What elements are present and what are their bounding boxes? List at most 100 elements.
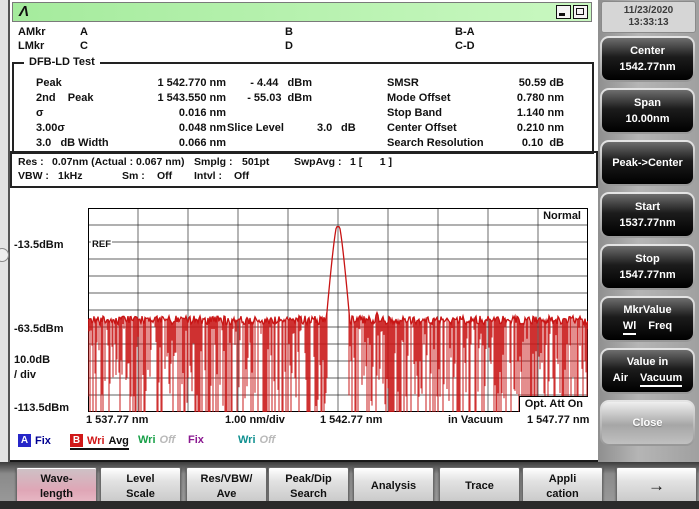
trace-e-mode-off: Off (259, 434, 276, 446)
spectrum-graph[interactable]: Normal REF Opt. Att On (88, 208, 588, 412)
bottom-strip (0, 501, 699, 509)
trace-c-selector[interactable]: Wri Off (138, 434, 175, 446)
stop-button-value: 1547.77nm (619, 269, 676, 281)
mkr-value-label: MkrValue (623, 303, 672, 316)
x-axis-start-label: 1 537.77 nm (86, 414, 149, 426)
main-display-panel: Λ AMkr A B B-A LMkr C D C-D DFB-LD Test … (8, 0, 600, 462)
anritsu-logo-icon: Λ (19, 3, 30, 20)
fkey-application-line2: cation (546, 487, 579, 500)
trace-a-selector[interactable]: A Fix (18, 434, 51, 447)
softkey-sidebar: 11/23/2020 13:33:13 Center 1542.77nm Spa… (598, 0, 699, 509)
peak-to-center-label: Peak->Center (612, 157, 683, 169)
marker-value-toggle-button[interactable]: MkrValue Wl Freq (600, 296, 695, 342)
fkey-res-vbw-ave-line2: Ave (216, 487, 237, 500)
fkey-trace-label: Trace (465, 480, 494, 493)
stop-band-label: Stop Band (387, 107, 442, 119)
dfb-ld-test-groupbox: DFB-LD Test Peak 1 542.770 nm - 4.44 dBm… (12, 56, 594, 154)
y-scale-per-div-unit: / div (14, 369, 37, 381)
fkey-peak-dip-search-line1: Peak/Dip (285, 473, 332, 486)
fkey-level-scale-line2: Scale (126, 487, 155, 500)
fkey-level-scale-line1: Level (126, 473, 155, 486)
vbw-label: VBW : (18, 170, 49, 182)
span-button-value: 10.00nm (625, 113, 670, 125)
trace-e-selector[interactable]: Wri Off (238, 434, 275, 446)
fkey-analysis-label: Analysis (370, 480, 417, 493)
lmkr-trace-d: D (285, 40, 293, 52)
trace-b-selector[interactable]: B Wri Avg (70, 434, 129, 450)
swpavg-value: 1 [ 1 ] (350, 156, 393, 168)
amkr-trace-b: B (285, 26, 293, 38)
db-width-label: 3.0 dB Width (36, 137, 109, 149)
amkr-trace-ba: B-A (455, 26, 475, 38)
mkr-value-wl-option: Wl (622, 320, 637, 335)
smsr-value: 50.59 dB (518, 77, 564, 89)
vbw-value: 1kHz (58, 170, 83, 182)
sigma-value: 0.016 nm (178, 107, 226, 119)
slice-level-unit: dB (341, 122, 356, 134)
trace-b-mode-avg: Avg (108, 434, 129, 447)
trace-c-mode-off: Off (159, 434, 176, 446)
value-in-vacuum-option: Vacuum (640, 372, 683, 387)
fkey-wavelength-line1: Wave- (40, 473, 73, 486)
search-resolution-value: 0.10 dB (521, 137, 564, 149)
center-button-label: Center (630, 45, 665, 57)
trace-status-row: A Fix B Wri Avg Wri Off Fix Wri Off (8, 434, 598, 450)
optical-attenuator-status: Opt. Att On (518, 396, 588, 412)
sm-value: Off (157, 170, 173, 182)
value-in-toggle-button[interactable]: Value in Air Vacuum (600, 348, 695, 394)
second-peak-label: 2nd Peak (36, 92, 94, 104)
x-axis-medium-label: in Vacuum (448, 414, 504, 426)
y-axis-mid-level-label: -63.5dBm (14, 323, 64, 335)
trace-b-key: B (70, 434, 83, 447)
y-axis-ref-level-label: -13.5dBm (14, 239, 64, 251)
lmkr-trace-c: C (80, 40, 88, 52)
trace-b-mode-write: Wri (87, 434, 105, 447)
ref-level-label: REF (91, 239, 112, 250)
close-button[interactable]: Close (600, 400, 695, 446)
intvl-label: Intvl : (194, 170, 222, 182)
mode-offset-label: Mode Offset (387, 92, 451, 104)
datetime-display: 11/23/2020 13:33:13 (601, 1, 696, 33)
stop-wavelength-button[interactable]: Stop 1547.77nm (600, 244, 695, 290)
stop-button-label: Stop (635, 253, 660, 265)
lmkr-trace-cd: C-D (455, 40, 475, 52)
center-offset-label: Center Offset (387, 122, 457, 134)
second-peak-level-value: - 55.03 dBm (247, 92, 312, 104)
y-axis-bottom-level-label: -113.5dBm (14, 402, 70, 414)
left-bezel (0, 0, 10, 462)
span-button[interactable]: Span 10.00nm (600, 88, 695, 134)
search-resolution-label: Search Resolution (387, 137, 484, 149)
three-sigma-value: 0.048 nm (178, 122, 226, 134)
minimize-button[interactable] (556, 5, 571, 19)
x-axis-stop-label: 1 547.77 nm (527, 414, 590, 426)
sigma-label: σ (36, 107, 44, 119)
mode-offset-value: 0.780 nm (516, 92, 564, 104)
res-value: 0.07nm (Actual : 0.067 nm) (52, 156, 185, 168)
three-sigma-label: 3.00σ (36, 122, 65, 134)
time-text: 13:33:13 (628, 17, 669, 28)
x-axis-center-label: 1 542.77 nm (320, 414, 383, 426)
trace-d-selector[interactable]: Fix (188, 434, 204, 446)
span-button-label: Span (634, 97, 661, 109)
fkey-application-line1: Appli (548, 473, 577, 486)
date-text: 11/23/2020 (623, 4, 674, 16)
marker-row-amplitude: AMkr A B B-A (8, 26, 598, 39)
spectrum-trace-svg (88, 208, 588, 412)
trace-c-mode-write: Wri (138, 434, 156, 446)
amkr-label: AMkr (18, 26, 46, 38)
x-axis-per-div-label: 1.00 nm/div (225, 414, 285, 426)
trace-a-key: A (18, 434, 31, 447)
peak-to-center-button[interactable]: Peak->Center (600, 140, 695, 186)
trace-e-mode-write: Wri (238, 434, 256, 446)
slice-level-value: 3.0 (317, 122, 333, 134)
start-wavelength-button[interactable]: Start 1537.77nm (600, 192, 695, 238)
value-in-air-option: Air (612, 371, 629, 384)
y-scale-per-div-value: 10.0dB (14, 354, 51, 366)
slice-level-label: Slice Level (227, 122, 284, 134)
maximize-button[interactable] (573, 5, 588, 19)
center-button-value: 1542.77nm (619, 61, 676, 73)
center-wavelength-button[interactable]: Center 1542.77nm (600, 36, 695, 82)
trace-a-mode: Fix (35, 434, 51, 447)
sm-label: Sm : (122, 170, 145, 182)
peak-level-value: - 4.44 dBm (250, 77, 312, 89)
